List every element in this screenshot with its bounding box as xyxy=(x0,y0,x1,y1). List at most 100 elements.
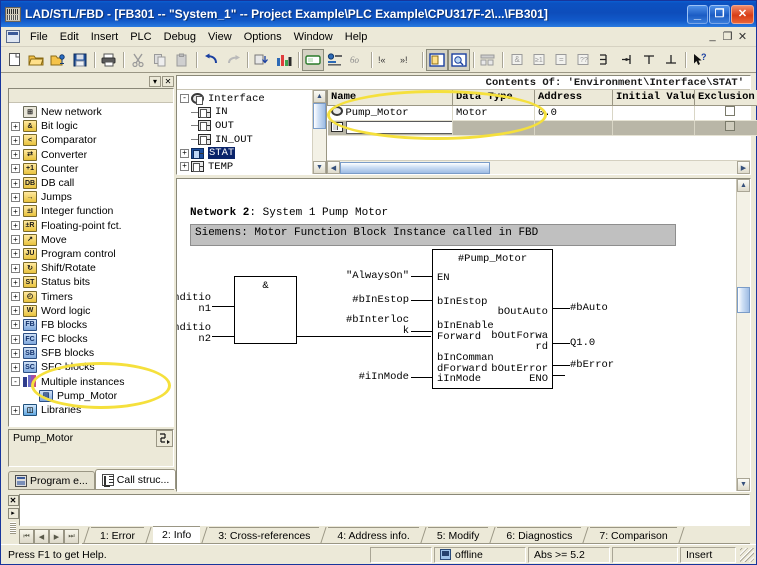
print-icon[interactable] xyxy=(98,49,120,71)
expander[interactable]: + xyxy=(11,278,20,287)
interface-node-temp[interactable]: + TEMP xyxy=(180,160,312,174)
declaration-view-icon[interactable] xyxy=(426,49,448,71)
new-document-icon[interactable] xyxy=(3,49,25,71)
column-header-name[interactable]: Name xyxy=(328,90,453,105)
scroll-thumb[interactable] xyxy=(737,287,750,313)
output-connector-icon[interactable] xyxy=(660,49,682,71)
catalog-item-jumps[interactable]: + → Jumps xyxy=(11,190,173,204)
expander[interactable]: + xyxy=(11,320,20,329)
menu-edit[interactable]: Edit xyxy=(54,29,85,45)
tab-first-button[interactable]: ⏮ xyxy=(19,529,34,544)
branch-close-icon[interactable] xyxy=(616,49,638,71)
catalog-item-floating-point-fct[interactable]: + ±R Floating-point fct. xyxy=(11,219,173,233)
column-header-address[interactable]: Address xyxy=(535,90,613,105)
operand-q10[interactable]: Q1.0 xyxy=(570,338,595,349)
expander[interactable] xyxy=(180,135,189,144)
catalog-item-shift-rotate[interactable]: + ↻ Shift/Rotate xyxy=(11,261,173,275)
exclusion-checkbox[interactable] xyxy=(725,121,735,131)
cell-initial-value[interactable] xyxy=(613,105,695,120)
interface-tree[interactable]: - Interface IN xyxy=(177,90,327,174)
catalog-item-fb-blocks[interactable]: + FB FB blocks xyxy=(11,318,173,332)
expander[interactable]: + xyxy=(11,207,20,216)
undo-icon[interactable] xyxy=(200,49,222,71)
menu-view[interactable]: View xyxy=(202,29,238,45)
interface-tree-scrollbar[interactable]: ▲ ▼ xyxy=(312,90,326,174)
tab-modify[interactable]: 5: Modify xyxy=(428,527,489,543)
operand-binestop[interactable]: #bInEstop xyxy=(327,295,409,306)
scroll-up-button[interactable]: ▲ xyxy=(313,90,326,103)
code-view-icon[interactable] xyxy=(448,49,470,71)
expander[interactable]: + xyxy=(11,136,20,145)
catalog-item-sfb-blocks[interactable]: + SB SFB blocks xyxy=(11,346,173,360)
fbd-network-canvas[interactable]: Network 2: System 1 Pump Motor Siemens: … xyxy=(177,179,736,491)
tab-info[interactable]: 2: Info xyxy=(153,526,200,543)
expander[interactable]: + xyxy=(11,235,20,244)
catalog-item-db-call[interactable]: + DB DB call xyxy=(11,176,173,190)
mdi-close-button[interactable]: ✕ xyxy=(736,30,749,43)
save-icon[interactable] xyxy=(69,49,91,71)
interface-node-stat[interactable]: + STAT xyxy=(180,146,312,160)
minimize-button[interactable]: _ xyxy=(687,5,708,24)
new-network-icon[interactable] xyxy=(477,49,499,71)
column-header-initial-value[interactable]: Initial Value xyxy=(613,90,695,105)
hscroll-thumb[interactable] xyxy=(340,162,490,174)
next-error-icon[interactable]: »! xyxy=(397,49,419,71)
catalog-item-move[interactable]: + ↗ Move xyxy=(11,233,173,247)
network-header[interactable]: Network 2: System 1 Pump Motor xyxy=(190,207,388,219)
expander[interactable]: + xyxy=(11,150,20,159)
expander[interactable]: + xyxy=(11,164,20,173)
cell-new-name[interactable] xyxy=(328,120,453,135)
cell-new-address[interactable] xyxy=(535,120,613,135)
overview-icon[interactable] xyxy=(302,49,324,71)
tab-prev-button[interactable]: ◀ xyxy=(34,529,49,544)
scroll-track[interactable] xyxy=(313,103,326,161)
jump-to-icon[interactable] xyxy=(156,430,173,447)
catalog-item-counter[interactable]: + +1 Counter xyxy=(11,162,173,176)
catalog-item-comparator[interactable]: + < Comparator xyxy=(11,133,173,147)
menu-window[interactable]: Window xyxy=(288,29,339,45)
scroll-right-button[interactable]: ▶ xyxy=(737,161,750,174)
mdi-restore-button[interactable]: ❐ xyxy=(721,30,734,43)
catalog-item-sfc-blocks[interactable]: + SC SFC blocks xyxy=(11,360,173,374)
expander[interactable]: + xyxy=(11,363,20,372)
tab-last-button[interactable]: ⏭ xyxy=(64,529,79,544)
operand-bauto[interactable]: #bAuto xyxy=(570,303,608,314)
expander[interactable] xyxy=(180,121,189,130)
mdi-document-icon[interactable] xyxy=(6,30,20,43)
resize-grip[interactable] xyxy=(740,548,754,562)
monitor-icon[interactable] xyxy=(273,49,295,71)
cell-new-data-type[interactable] xyxy=(453,120,535,135)
open-folder-icon[interactable] xyxy=(25,49,47,71)
catalog-close-button[interactable]: ✕ xyxy=(162,76,174,87)
previous-error-icon[interactable]: !« xyxy=(375,49,397,71)
cell-data-type[interactable]: Motor xyxy=(453,105,535,120)
copy-icon[interactable] xyxy=(149,49,171,71)
cell-exclusion[interactable] xyxy=(695,105,757,120)
detail-drag-handle[interactable] xyxy=(10,522,16,534)
catalog-item-bit-logic[interactable]: + & Bit logic xyxy=(11,119,173,133)
catalog-item-word-logic[interactable]: + W Word logic xyxy=(11,304,173,318)
catalog-tree[interactable]: ⊞ New network + & Bit logic + < xyxy=(9,103,173,426)
operand-binterlock[interactable]: #bInterloc k xyxy=(327,315,409,337)
menu-plc[interactable]: PLC xyxy=(124,29,157,45)
expander[interactable] xyxy=(11,108,20,117)
branch-open-icon[interactable] xyxy=(594,49,616,71)
catalog-item-converter[interactable]: + ⇄ Converter xyxy=(11,148,173,162)
catalog-item-integer-function[interactable]: + ±I Integer function xyxy=(11,204,173,218)
catalog-item-pump-motor[interactable]: ▤ Pump_Motor xyxy=(11,389,173,403)
tab-address-info[interactable]: 4: Address info. xyxy=(328,527,418,543)
expander[interactable]: + xyxy=(11,264,20,273)
expander[interactable]: - xyxy=(11,377,20,386)
mdi-minimize-button[interactable]: _ xyxy=(706,30,719,43)
scroll-track[interactable] xyxy=(737,192,750,478)
operand-bcondition1[interactable]: #bConditio n1 xyxy=(177,293,211,315)
catalog-item-libraries[interactable]: + ◫ Libraries xyxy=(11,403,173,417)
catalog-collapse-button[interactable]: ▾ xyxy=(149,76,161,87)
interface-node-out[interactable]: OUT xyxy=(180,119,312,133)
expander[interactable]: - xyxy=(180,94,189,103)
assign-box-icon[interactable]: = xyxy=(550,49,572,71)
menu-options[interactable]: Options xyxy=(238,29,288,45)
context-help-icon[interactable]: ? xyxy=(689,49,711,71)
menu-file[interactable]: File xyxy=(24,29,54,45)
declaration-hscrollbar[interactable]: ◀ ▶ xyxy=(327,160,750,174)
